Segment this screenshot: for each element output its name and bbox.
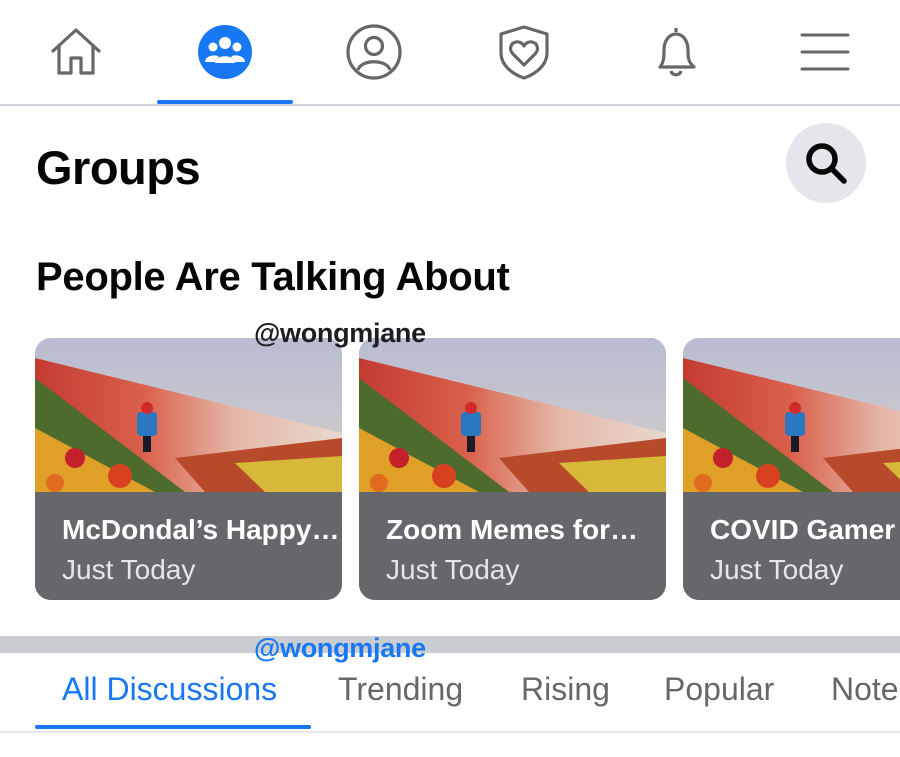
section-title-talking-about: People Are Talking About: [36, 255, 510, 299]
group-card-title: Zoom Memes for…: [386, 514, 639, 545]
tab-all-discussions[interactable]: All Discussions: [62, 671, 277, 708]
page-title: Groups: [36, 141, 201, 194]
top-nav: [0, 0, 900, 106]
talking-about-carousel[interactable]: McDondal’s Happy… Just Today Zoom Memes …: [0, 338, 900, 600]
tab-trending[interactable]: Trending: [338, 671, 463, 708]
active-tab-indicator: [35, 725, 311, 729]
nav-groups[interactable]: [157, 0, 293, 104]
group-card[interactable]: McDondal’s Happy… Just Today: [35, 338, 342, 600]
group-cover-image: [359, 338, 666, 492]
group-card-title: COVID Gamer S: [710, 514, 900, 545]
dating-heart-icon: [499, 25, 549, 80]
search-button[interactable]: [786, 123, 866, 203]
bell-icon: [658, 28, 696, 77]
nav-profile[interactable]: [306, 0, 442, 104]
profile-icon: [346, 24, 402, 80]
group-card-body: McDondal’s Happy… Just Today: [35, 492, 342, 600]
groups-icon: [198, 25, 252, 79]
group-cover-image: [35, 338, 342, 492]
discussion-tabs: All Discussions Trending Rising Popular …: [0, 653, 900, 733]
nav-active-indicator: [157, 100, 293, 104]
group-cover-image: [683, 338, 900, 492]
nav-notifications[interactable]: [608, 0, 744, 104]
group-card-body: COVID Gamer S Just Today: [683, 492, 900, 600]
search-icon: [806, 143, 847, 184]
group-card-subtitle: Just Today: [710, 554, 844, 585]
group-card-subtitle: Just Today: [386, 554, 520, 585]
nav-home[interactable]: [8, 0, 144, 104]
menu-icon: [800, 33, 850, 71]
nav-dating[interactable]: [456, 0, 592, 104]
group-card-subtitle: Just Today: [62, 554, 196, 585]
tab-notes[interactable]: Note: [831, 671, 899, 708]
nav-menu[interactable]: [757, 0, 893, 104]
group-card[interactable]: Zoom Memes for… Just Today: [359, 338, 666, 600]
group-card-title: McDondal’s Happy…: [62, 514, 340, 545]
watermark: @wongmjane: [254, 318, 426, 348]
group-card[interactable]: COVID Gamer S Just Today: [683, 338, 900, 600]
section-divider: [0, 636, 900, 653]
tab-rising[interactable]: Rising: [521, 671, 610, 708]
group-card-body: Zoom Memes for… Just Today: [359, 492, 666, 600]
home-icon: [51, 28, 101, 75]
tab-popular[interactable]: Popular: [664, 671, 774, 708]
